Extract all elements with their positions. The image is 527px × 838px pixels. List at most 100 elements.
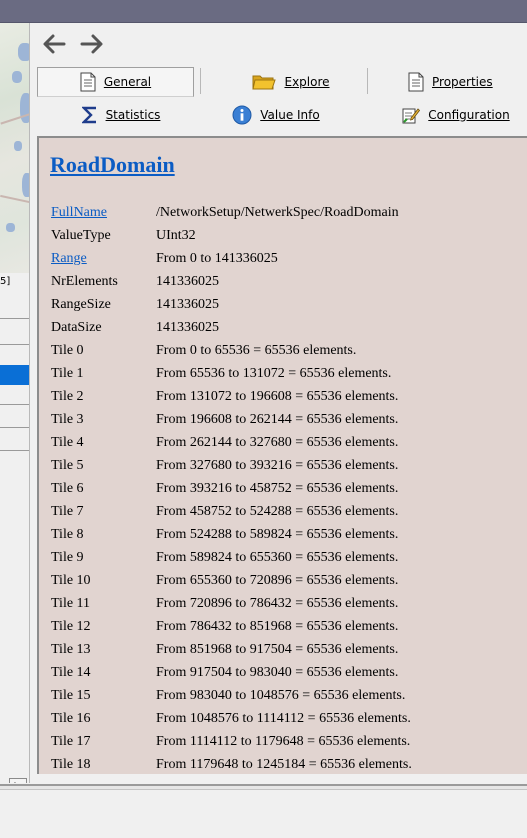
- property-key: Tile 17: [51, 734, 91, 749]
- divider: [0, 344, 29, 345]
- back-button[interactable]: [40, 31, 68, 57]
- property-key: Tile 12: [51, 619, 91, 634]
- forward-button[interactable]: [78, 31, 106, 57]
- property-value: From 262144 to 327680 = 65536 elements.: [156, 435, 399, 450]
- property-row: NrElements 141336025: [51, 270, 521, 293]
- property-key: Tile 15: [51, 688, 91, 703]
- property-value: From 1179648 to 1245184 = 65536 elements…: [156, 757, 412, 772]
- property-value: From 786432 to 851968 = 65536 elements.: [156, 619, 399, 634]
- property-value: 141336025: [156, 297, 219, 312]
- property-value: From 983040 to 1048576 = 65536 elements.: [156, 688, 406, 703]
- property-key: Tile 5: [51, 458, 84, 473]
- property-row: ValueType UInt32: [51, 224, 521, 247]
- property-value: 141336025: [156, 320, 219, 335]
- window-title-bar: [0, 0, 527, 23]
- property-row: Tile 14 From 917504 to 983040 = 65536 ele…: [51, 661, 521, 684]
- property-row: DataSize 141336025: [51, 316, 521, 339]
- navigation-bar: [40, 31, 106, 57]
- property-key: Tile 9: [51, 550, 84, 565]
- property-row: Tile 1 From 65536 to 131072 = 65536 eleme…: [51, 362, 521, 385]
- property-key-link[interactable]: FullName: [51, 201, 156, 224]
- property-key: Tile 3: [51, 412, 84, 427]
- property-key: Tile 6: [51, 481, 84, 496]
- map-water: [14, 141, 22, 151]
- property-key: DataSize: [51, 320, 102, 335]
- tab-value-info[interactable]: Value Info: [226, 100, 326, 130]
- property-row: Tile 13 From 851968 to 917504 = 65536 ele…: [51, 638, 521, 661]
- divider: [0, 404, 29, 405]
- property-row: Tile 17 From 1114112 to 1179648 = 65536 e…: [51, 730, 521, 753]
- property-value: From 1048576 to 1114112 = 65536 elements…: [156, 711, 411, 726]
- map-water: [12, 71, 22, 83]
- property-row: Tile 8 From 524288 to 589824 = 65536 elem…: [51, 523, 521, 546]
- tab-general[interactable]: General: [37, 67, 194, 97]
- tab-statistics[interactable]: Statistics: [66, 100, 176, 130]
- property-value: 141336025: [156, 274, 219, 289]
- detail-toolbar: General Explore Properties Statistics Va…: [36, 65, 527, 131]
- edit-document-icon: [402, 108, 421, 124]
- property-key: Tile 14: [51, 665, 91, 680]
- tab-value-info-label: Value Info: [260, 108, 320, 122]
- property-row: RangeSize 141336025: [51, 293, 521, 316]
- document-icon: [80, 72, 96, 92]
- arrow-left-icon: [43, 34, 66, 54]
- property-row: Tile 4 From 262144 to 327680 = 65536 elem…: [51, 431, 521, 454]
- property-key: Tile 8: [51, 527, 84, 542]
- property-value: From 0 to 141336025: [156, 251, 278, 266]
- tab-properties[interactable]: Properties: [408, 67, 527, 97]
- property-key: Tile 13: [51, 642, 91, 657]
- property-key: Tile 11: [51, 596, 91, 611]
- divider: [0, 318, 29, 319]
- property-row: FullName/NetworkSetup/NetwerkSpec/RoadDo…: [51, 201, 521, 224]
- property-value: From 589824 to 655360 = 65536 elements.: [156, 550, 399, 565]
- property-row: Tile 9 From 589824 to 655360 = 65536 elem…: [51, 546, 521, 569]
- property-key: Tile 10: [51, 573, 91, 588]
- map-water: [6, 223, 15, 232]
- page-title[interactable]: RoadDomain: [50, 152, 175, 178]
- property-key: Tile 16: [51, 711, 91, 726]
- sigma-icon: [81, 106, 96, 124]
- divider: [0, 427, 29, 428]
- property-key: ValueType: [51, 228, 111, 243]
- property-value: From 917504 to 983040 = 65536 elements.: [156, 665, 399, 680]
- property-value: From 327680 to 393216 = 65536 elements.: [156, 458, 399, 473]
- info-icon: [232, 105, 252, 125]
- property-row: Tile 10 From 655360 to 720896 = 65536 ele…: [51, 569, 521, 592]
- property-value: UInt32: [156, 228, 196, 243]
- property-row: Tile 11 From 720896 to 786432 = 65536 ele…: [51, 592, 521, 615]
- property-value: From 458752 to 524288 = 65536 elements.: [156, 504, 399, 519]
- property-value: From 196608 to 262144 = 65536 elements.: [156, 412, 399, 427]
- property-row: Tile 12 From 786432 to 851968 = 65536 ele…: [51, 615, 521, 638]
- property-value: From 851968 to 917504 = 65536 elements.: [156, 642, 399, 657]
- toolbar-separator: [200, 68, 201, 94]
- arrow-right-icon: [80, 34, 103, 54]
- property-row: Tile 0 From 0 to 65536 = 65536 elements.: [51, 339, 521, 362]
- property-value: From 393216 to 458752 = 65536 elements.: [156, 481, 399, 496]
- property-key: Tile 7: [51, 504, 84, 519]
- property-value: From 0 to 65536 = 65536 elements.: [156, 343, 357, 358]
- tab-properties-label: Properties: [432, 75, 493, 89]
- map-water: [22, 173, 29, 197]
- property-row: Tile 7 From 458752 to 524288 = 65536 elem…: [51, 500, 521, 523]
- property-value: From 1114112 to 1179648 = 65536 elements…: [156, 734, 411, 749]
- property-key: Tile 0: [51, 343, 84, 358]
- property-row: Tile 2 From 131072 to 196608 = 65536 elem…: [51, 385, 521, 408]
- document-icon: [408, 72, 424, 92]
- folder-icon: [252, 75, 277, 90]
- property-key: Tile 4: [51, 435, 84, 450]
- property-value: From 720896 to 786432 = 65536 elements.: [156, 596, 399, 611]
- tree-selected-item[interactable]: [0, 365, 29, 385]
- property-value: /NetworkSetup/NetwerkSpec/RoadDomain: [156, 205, 399, 220]
- scroll-right-button[interactable]: ▶: [9, 778, 27, 783]
- property-key: Tile 1: [51, 366, 84, 381]
- tab-general-label: General: [103, 75, 152, 89]
- left-panel-label: 5]: [0, 276, 11, 287]
- tab-configuration[interactable]: Configuration: [394, 100, 518, 130]
- map-water: [18, 43, 29, 61]
- map-view[interactable]: [0, 23, 29, 273]
- property-row: Tile 18 From 1179648 to 1245184 = 65536 e…: [51, 753, 521, 774]
- property-key-link[interactable]: Range: [51, 247, 156, 270]
- tab-explore[interactable]: Explore: [216, 67, 366, 97]
- property-table: FullName/NetworkSetup/NetwerkSpec/RoadDo…: [51, 201, 521, 774]
- property-key: Tile 18: [51, 757, 91, 772]
